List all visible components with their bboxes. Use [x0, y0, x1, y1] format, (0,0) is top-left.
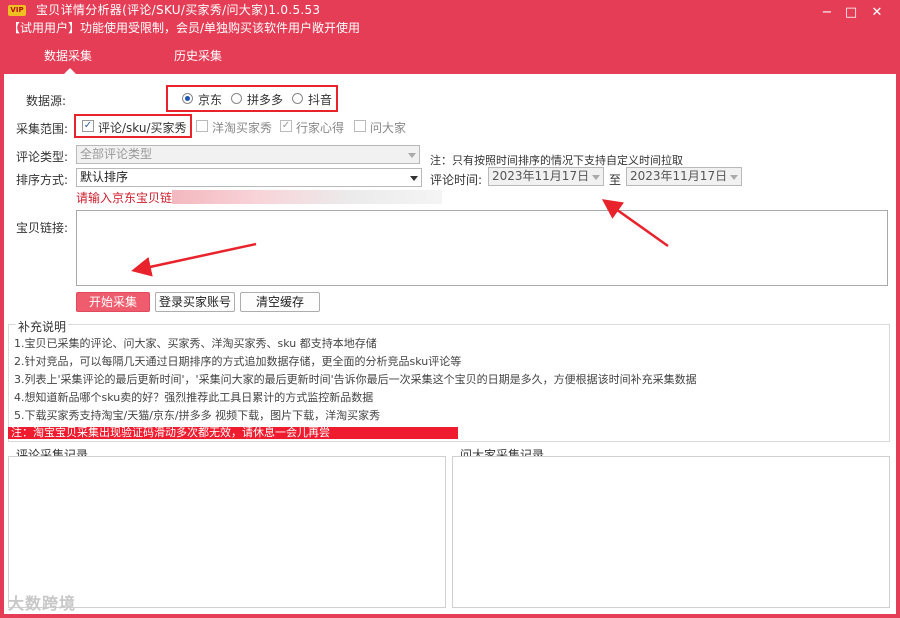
watermark-logo: 大数跨境 — [8, 594, 77, 613]
annotation-arrows — [131, 199, 669, 277]
arrow-to-link — [131, 242, 257, 277]
arrow-to-date — [601, 199, 669, 248]
app-window: VIP 宝贝详情分析器(评论/SKU/买家秀/问大家)1.0.5.53 − □ … — [0, 0, 900, 618]
